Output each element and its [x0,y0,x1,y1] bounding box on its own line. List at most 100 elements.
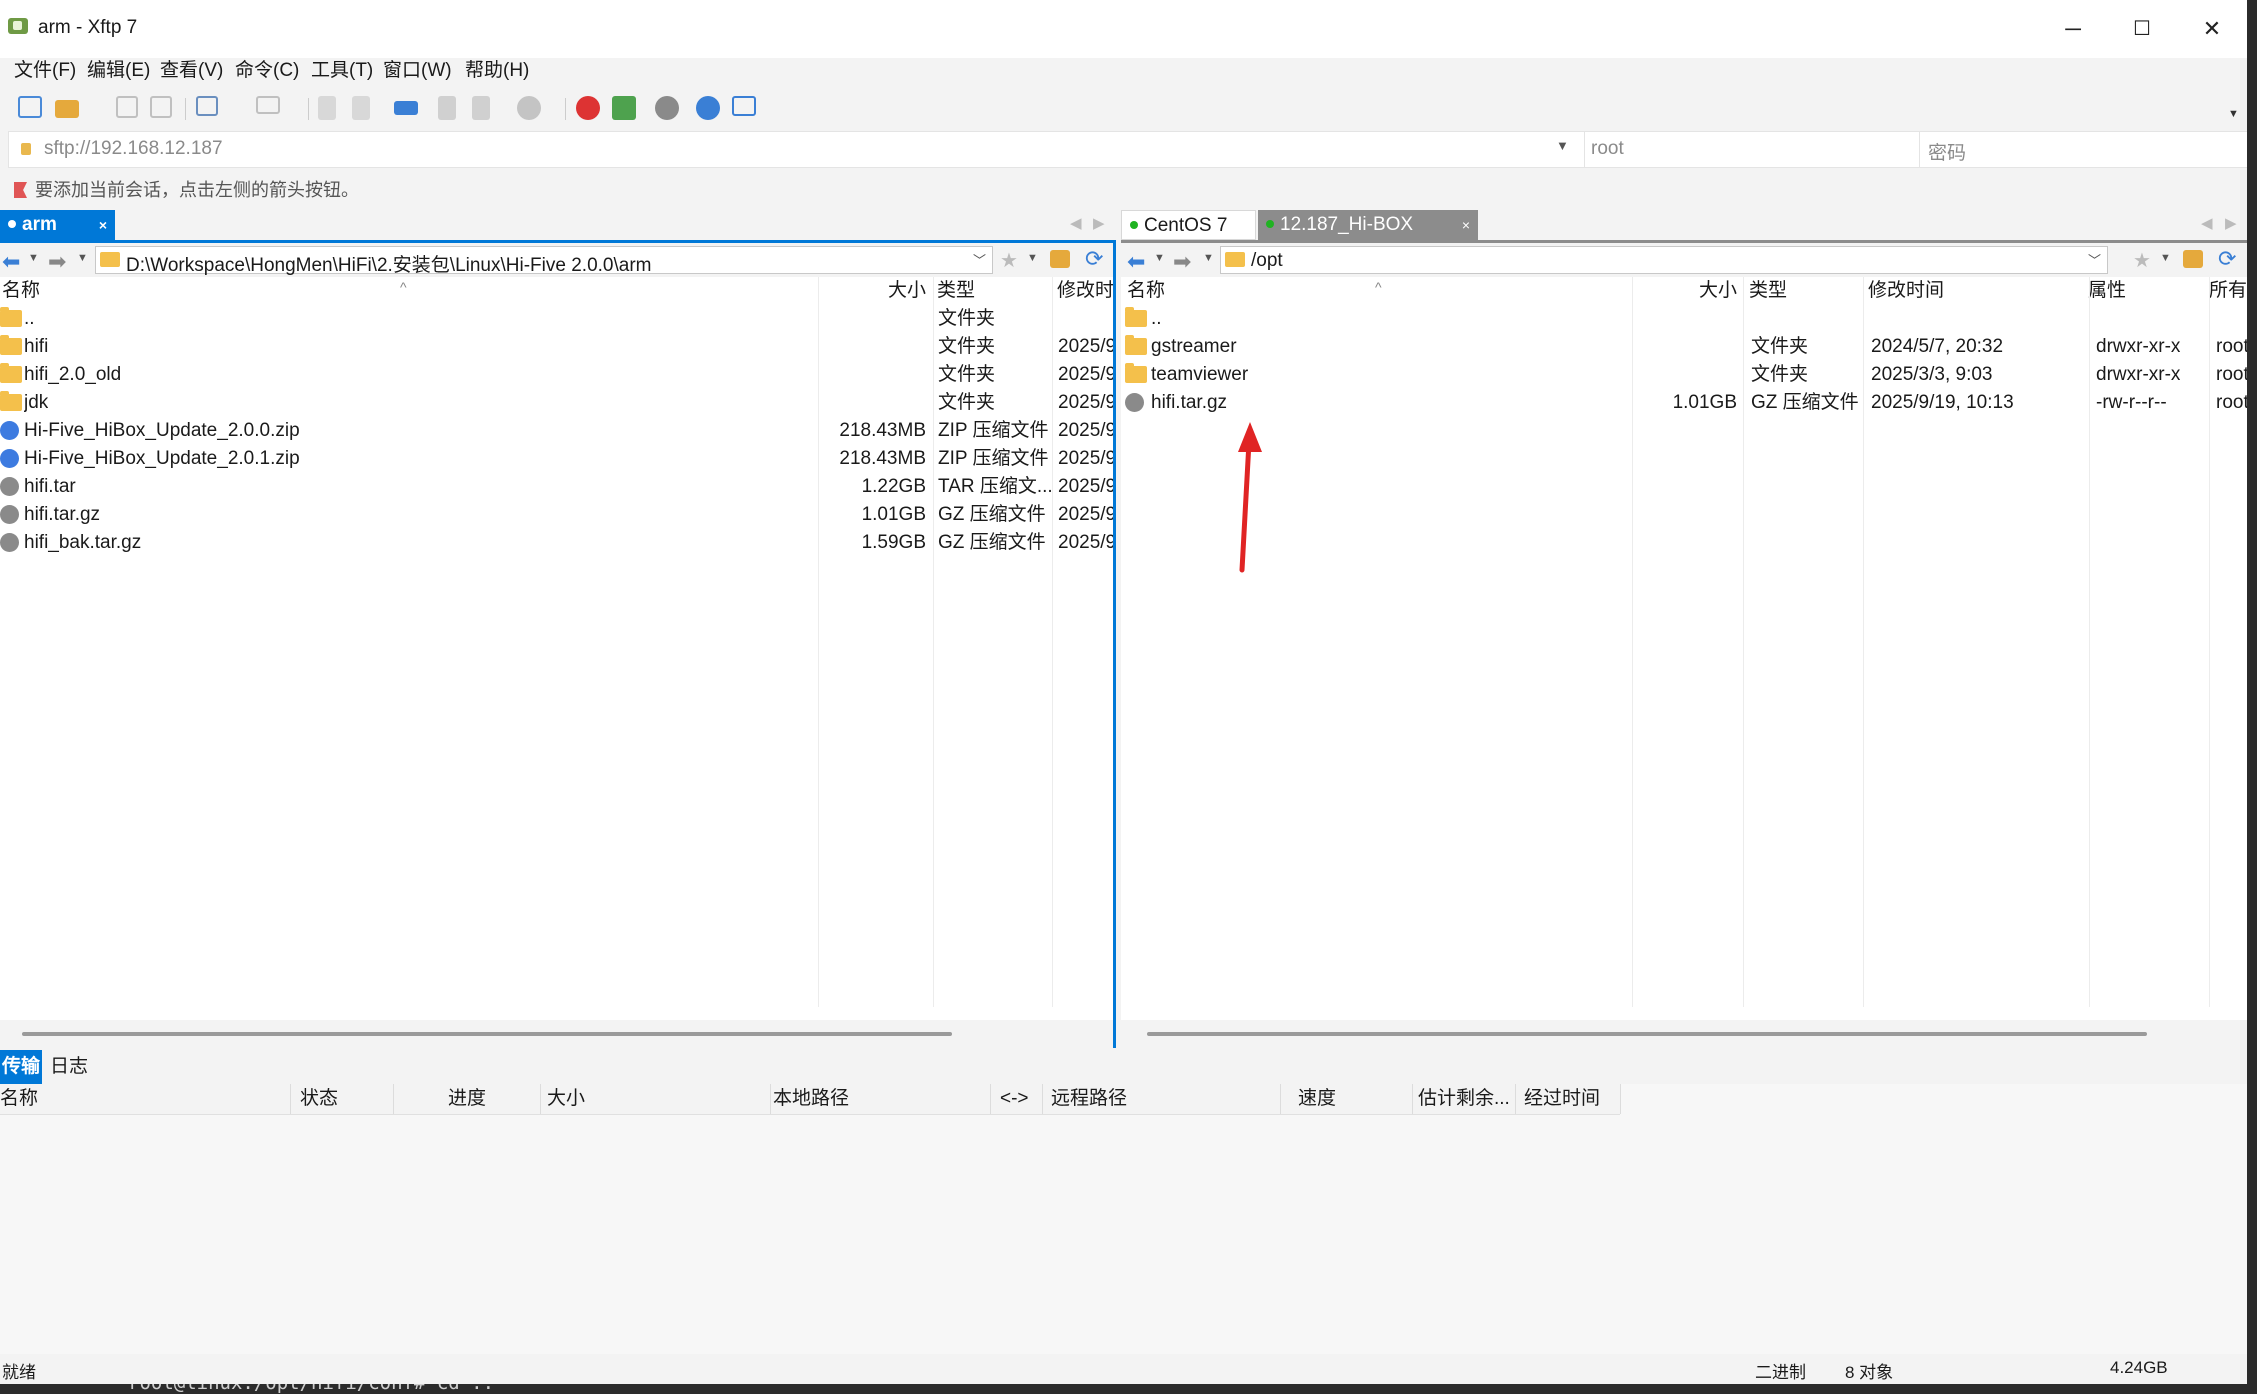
forward-icon[interactable]: ➡ [1173,249,1191,275]
table-row[interactable]: hifi.tar 1.22GB TAR 压缩文... 2025/9 [0,473,1116,501]
col-modified[interactable]: 修改时间 [1866,277,2066,305]
col-owner[interactable]: 所有 [2207,277,2247,305]
back-icon[interactable]: ⬅ [1127,249,1145,275]
col-direction[interactable]: <-> [1000,1084,1029,1114]
settings-icon[interactable] [655,96,679,120]
local-hscroll-track[interactable] [0,1020,1116,1048]
password-field[interactable]: 密码 [1919,132,2247,167]
col-name[interactable]: 名称 ^ [0,277,818,305]
message-icon[interactable] [732,96,756,116]
col-elapsed[interactable]: 经过时间 [1524,1084,1600,1114]
xftp-icon[interactable] [612,96,636,120]
username-field[interactable]: root [1584,132,1920,167]
back-icon[interactable]: ⬅ [2,249,20,275]
table-row[interactable]: Hi-Five_HiBox_Update_2.0.0.zip 218.43MB ZI… [0,417,1116,445]
table-row[interactable]: .. 文件夹 [0,305,1116,333]
tab-arm[interactable]: arm × [0,210,115,240]
local-hscroll-thumb[interactable] [22,1032,952,1036]
upload-icon[interactable] [438,96,456,120]
maximize-button[interactable]: ☐ [2112,10,2172,48]
refresh-icon[interactable]: ⟳ [2218,246,2236,272]
table-row[interactable]: hifi_bak.tar.gz 1.59GB GZ 压缩文件 2025/9 [0,529,1116,557]
copy-icon[interactable] [318,96,336,120]
col-size[interactable]: 大小 [818,277,930,305]
tab-scroll-left-icon[interactable]: ◀ [2201,214,2213,232]
menu-edit[interactable]: 编辑(E) [87,58,150,84]
col-size[interactable]: 大小 [547,1084,585,1114]
tab-centos7[interactable]: CentOS 7 [1121,210,1256,240]
open-folder-icon[interactable] [55,100,79,118]
back-dropdown-icon[interactable]: ▼ [1154,252,1165,264]
remote-hscroll-thumb[interactable] [1147,1032,2147,1036]
col-type[interactable]: 类型 [935,277,1050,305]
remote-path-input[interactable]: /opt ﹀ [1220,246,2108,274]
path-dropdown-icon[interactable]: ﹀ [2088,250,2101,269]
remote-hscroll-track[interactable] [1121,1020,2247,1048]
menu-tools[interactable]: 工具(T) [311,58,373,84]
home-folder-icon[interactable] [2183,250,2203,268]
table-row[interactable]: gstreamer 文件夹 2024/5/7, 20:32 drwxr-xr-x roo… [1121,333,2247,361]
menu-help[interactable]: 帮助(H) [465,58,529,84]
col-speed[interactable]: 速度 [1298,1084,1336,1114]
paste-icon[interactable] [352,96,370,120]
table-row[interactable]: jdk 文件夹 2025/9 [0,389,1116,417]
path-dropdown-icon[interactable]: ﹀ [973,250,986,269]
menu-command[interactable]: 命令(C) [235,58,299,84]
table-row[interactable]: hifi_2.0_old 文件夹 2025/9 [0,361,1116,389]
table-row[interactable]: hifi 文件夹 2025/9 [0,333,1116,361]
tab-scroll-left-icon[interactable]: ◀ [1070,214,1082,232]
forward-dropdown-icon[interactable]: ▼ [1203,252,1214,264]
favorite-star-icon[interactable]: ★ [2133,248,2151,273]
xshell-icon[interactable] [576,96,600,120]
favorite-dropdown-icon[interactable]: ▼ [1027,252,1038,264]
favorite-dropdown-icon[interactable]: ▼ [2160,252,2171,264]
table-row[interactable]: teamviewer 文件夹 2025/3/3, 9:03 drwxr-xr-x roo… [1121,361,2247,389]
host-dropdown-icon[interactable]: ▼ [1556,138,1569,153]
col-eta[interactable]: 估计剩余... [1418,1084,1510,1114]
tab-scroll-right-icon[interactable]: ▶ [1093,214,1105,232]
minimize-button[interactable]: ─ [2043,10,2103,48]
tab-log[interactable]: 日志 [48,1050,90,1084]
table-row[interactable]: .. [1121,305,2247,333]
help-icon[interactable] [696,96,720,120]
close-tab-icon[interactable]: × [1462,210,1470,240]
col-attributes[interactable]: 属性 [2086,277,2196,305]
close-tab-icon[interactable]: × [99,210,107,240]
tab-hibox[interactable]: 12.187_Hi-BOX × [1258,210,1478,240]
menu-window[interactable]: 窗口(W) [383,58,452,84]
col-name[interactable]: 名称 ^ [1125,277,1633,305]
col-local-path[interactable]: 本地路径 [773,1084,849,1114]
view-icon[interactable] [256,96,280,114]
tab-transfer[interactable]: 传输 [0,1050,43,1084]
forward-icon[interactable]: ➡ [48,249,66,275]
new-window-icon[interactable] [196,96,218,116]
table-row[interactable]: Hi-Five_HiBox_Update_2.0.1.zip 218.43MB ZI… [0,445,1116,473]
toolbar-overflow-icon[interactable]: ▼ [2228,108,2239,120]
col-modified[interactable]: 修改时 [1055,277,1116,305]
download-icon[interactable] [472,96,490,120]
home-folder-icon[interactable] [1050,250,1070,268]
connect-icon[interactable] [116,96,138,118]
col-progress[interactable]: 进度 [448,1084,486,1114]
table-row[interactable]: hifi.tar.gz 1.01GB GZ 压缩文件 2025/9 [0,501,1116,529]
new-session-icon[interactable] [18,96,42,118]
sync-icon[interactable] [394,101,418,115]
col-type[interactable]: 类型 [1747,277,1862,305]
disconnect-icon[interactable] [150,96,172,118]
forward-dropdown-icon[interactable]: ▼ [77,252,88,264]
back-dropdown-icon[interactable]: ▼ [28,252,39,264]
table-row[interactable]: hifi.tar.gz 1.01GB GZ 压缩文件 2025/9/19, 10:13… [1121,389,2247,417]
record-icon[interactable] [517,96,541,120]
menu-file[interactable]: 文件(F) [14,58,76,84]
refresh-icon[interactable]: ⟳ [1085,246,1103,272]
favorite-star-icon[interactable]: ★ [1000,248,1018,273]
col-name[interactable]: 名称 [0,1084,38,1114]
menu-view[interactable]: 查看(V) [160,58,223,84]
tab-scroll-right-icon[interactable]: ▶ [2225,214,2237,232]
close-button[interactable]: ✕ [2182,10,2242,48]
col-remote-path[interactable]: 远程路径 [1051,1084,1127,1114]
host-input[interactable]: sftp://192.168.12.187 [44,138,223,160]
col-status[interactable]: 状态 [300,1084,338,1114]
col-size[interactable]: 大小 [1633,277,1741,305]
local-path-input[interactable]: D:\Workspace\HongMen\HiFi\2.安装包\Linux\Hi… [95,246,993,276]
